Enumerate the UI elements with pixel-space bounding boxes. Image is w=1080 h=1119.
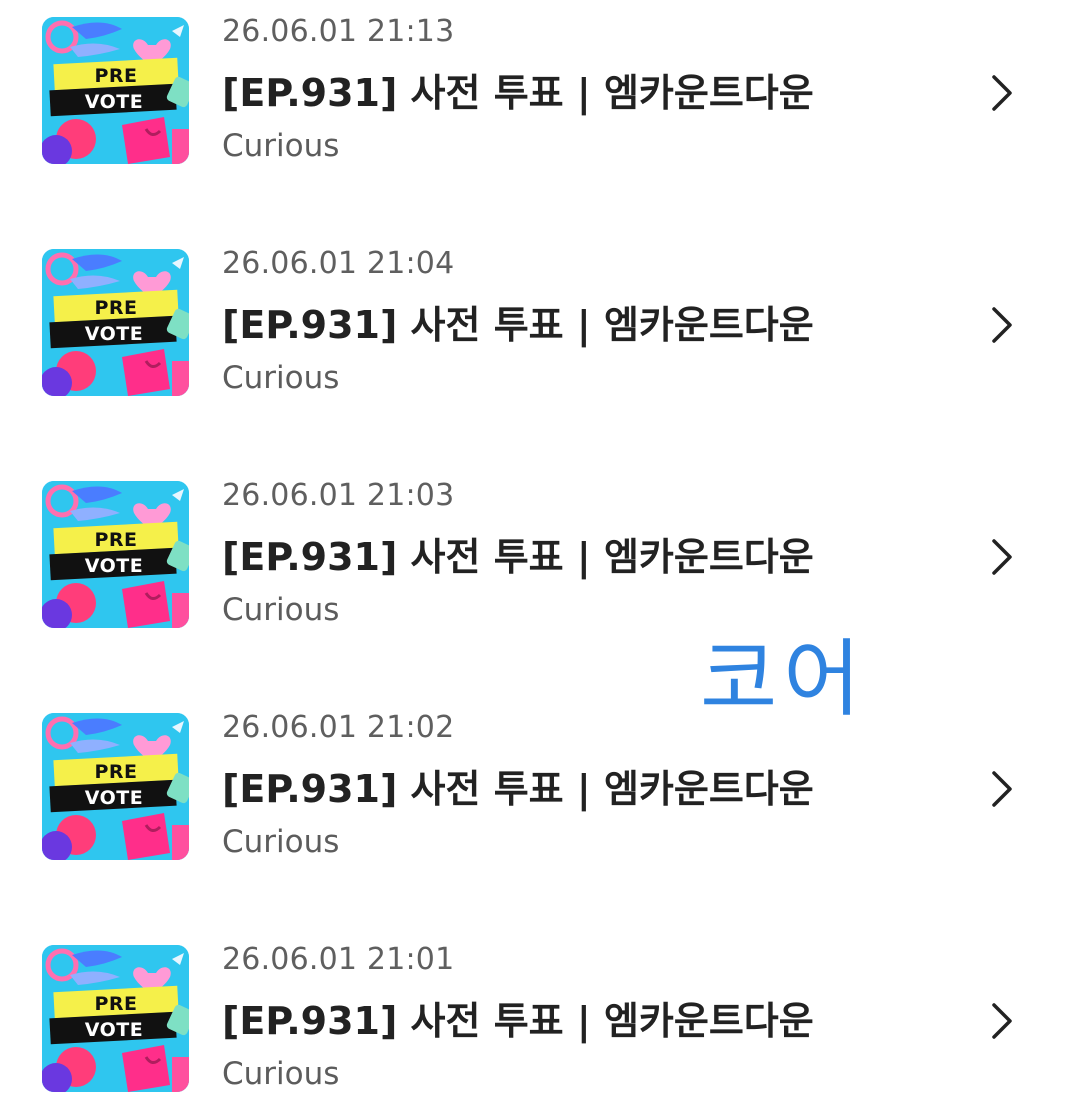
chevron-right-icon[interactable] — [988, 305, 1016, 345]
artist-name: Curious — [222, 1056, 340, 1092]
thumb-line1: PRE — [94, 993, 137, 1015]
vote-title: [EP.931] 사전 투표 | 엠카운트다운 — [222, 535, 814, 579]
chevron-right-icon[interactable] — [988, 769, 1016, 809]
vote-title: [EP.931] 사전 투표 | 엠카운트다운 — [222, 999, 814, 1043]
thumb-line2: VOTE — [85, 1019, 143, 1041]
artist-name: Curious — [222, 824, 340, 860]
list-item[interactable]: PRE VOTE 26.06.01 21:13 [EP.931] 사전 투표 |… — [0, 0, 1080, 190]
vote-date: 26.06.01 21:02 — [222, 710, 455, 745]
artist-name: Curious — [222, 592, 340, 628]
pre-vote-thumbnail-art: PRE VOTE — [42, 17, 189, 164]
vote-title: [EP.931] 사전 투표 | 엠카운트다운 — [222, 767, 814, 811]
chevron-right-icon[interactable] — [988, 1001, 1016, 1041]
chevron-right-icon[interactable] — [988, 73, 1016, 113]
vote-title: [EP.931] 사전 투표 | 엠카운트다운 — [222, 303, 814, 347]
pre-vote-thumbnail-art: PRE VOTE — [42, 481, 189, 628]
list-item[interactable]: PRE VOTE 26.06.01 21:04 [EP.931] 사전 투표 |… — [0, 232, 1080, 422]
list-item[interactable]: PRE VOTE 26.06.01 21:01 [EP.931] 사전 투표 |… — [0, 928, 1080, 1118]
chevron-right-icon[interactable] — [988, 537, 1016, 577]
pre-vote-thumbnail: PRE VOTE — [42, 713, 189, 860]
pre-vote-thumbnail-art: PRE VOTE — [42, 249, 189, 396]
vote-date: 26.06.01 21:04 — [222, 246, 455, 281]
pre-vote-thumbnail-art: PRE VOTE — [42, 945, 189, 1092]
thumb-line1: PRE — [94, 297, 137, 319]
list-item[interactable]: PRE VOTE 26.06.01 21:02 [EP.931] 사전 투표 |… — [0, 696, 1080, 886]
pre-vote-thumbnail: PRE VOTE — [42, 481, 189, 628]
vote-title: [EP.931] 사전 투표 | 엠카운트다운 — [222, 71, 814, 115]
pre-vote-thumbnail: PRE VOTE — [42, 17, 189, 164]
vote-date: 26.06.01 21:13 — [222, 14, 455, 49]
vote-date: 26.06.01 21:01 — [222, 942, 455, 977]
watermark-text: 코어 — [700, 630, 867, 728]
artist-name: Curious — [222, 360, 340, 396]
pre-vote-thumbnail-art: PRE VOTE — [42, 713, 189, 860]
artist-name: Curious — [222, 128, 340, 164]
thumb-line1: PRE — [94, 761, 137, 783]
thumb-line2: VOTE — [85, 555, 143, 577]
thumb-line1: PRE — [94, 529, 137, 551]
thumb-line1: PRE — [94, 65, 137, 87]
list-item[interactable]: PRE VOTE 26.06.01 21:03 [EP.931] 사전 투표 |… — [0, 464, 1080, 654]
thumb-line2: VOTE — [85, 323, 143, 345]
vote-date: 26.06.01 21:03 — [222, 478, 455, 513]
pre-vote-thumbnail: PRE VOTE — [42, 249, 189, 396]
pre-vote-thumbnail: PRE VOTE — [42, 945, 189, 1092]
thumb-line2: VOTE — [85, 787, 143, 809]
thumb-line2: VOTE — [85, 91, 143, 113]
